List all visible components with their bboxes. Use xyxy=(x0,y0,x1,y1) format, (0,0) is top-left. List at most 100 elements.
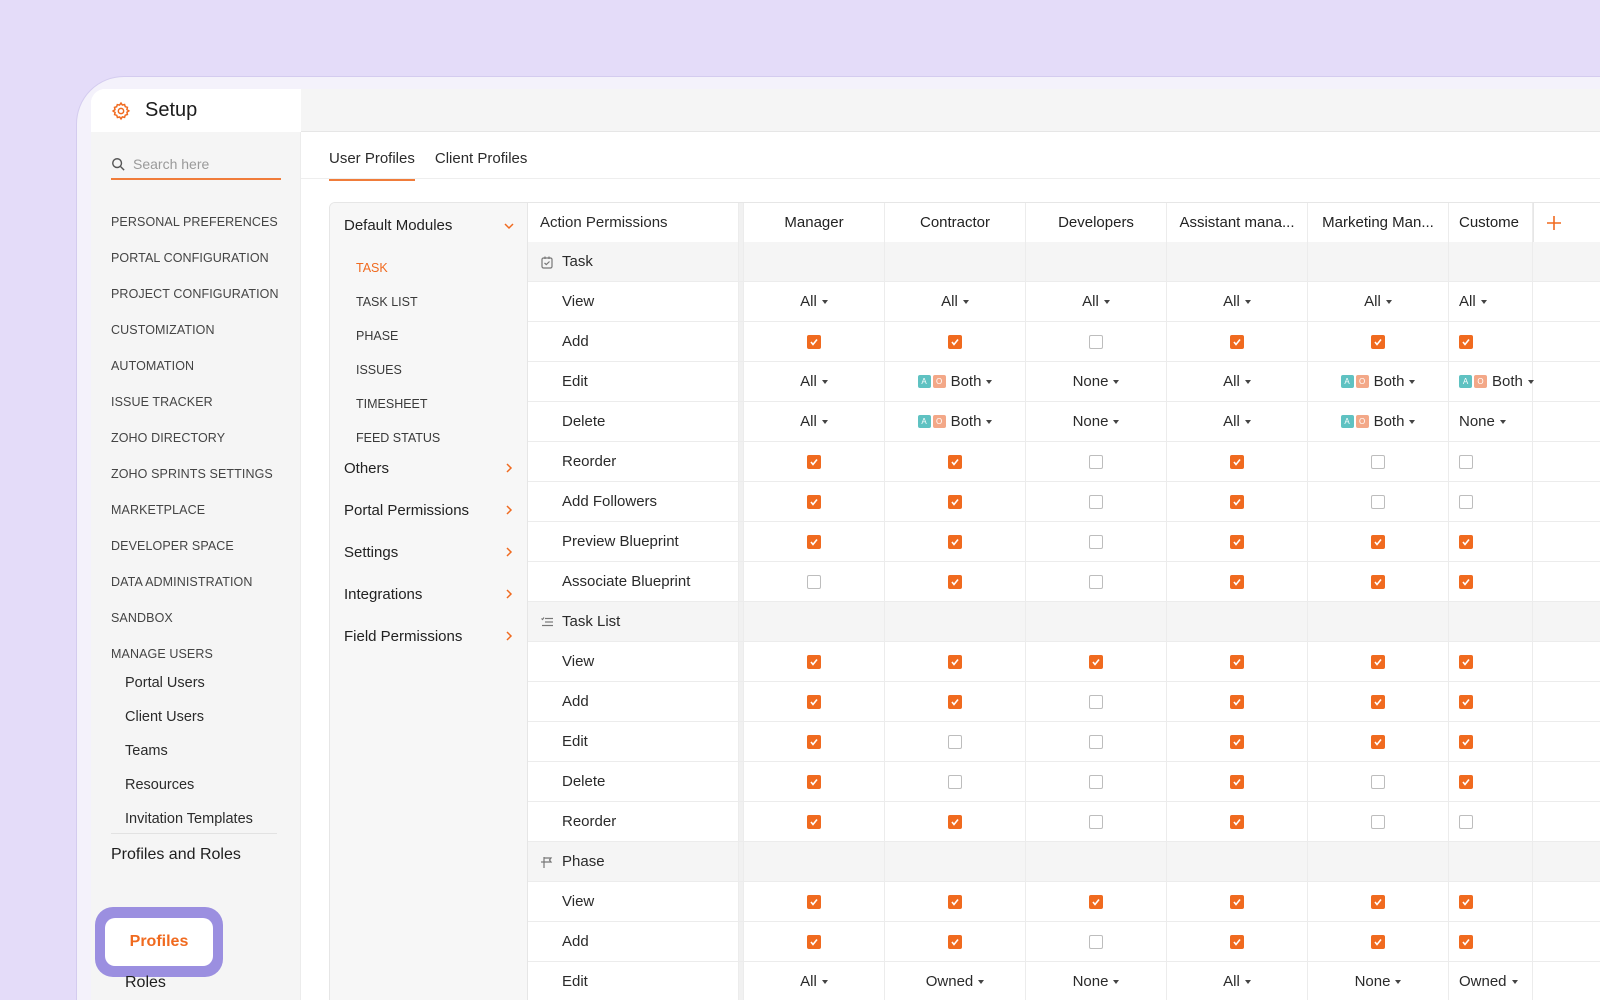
module-group-integrations[interactable]: Integrations xyxy=(344,573,514,615)
permission-checkbox[interactable] xyxy=(1089,654,1103,669)
permission-dropdown[interactable]: A O Both xyxy=(917,413,993,430)
permission-checkbox[interactable] xyxy=(1371,494,1385,509)
permission-checkbox[interactable] xyxy=(1459,654,1473,669)
permission-checkbox[interactable] xyxy=(1371,934,1385,949)
permission-checkbox[interactable] xyxy=(1371,534,1385,549)
tab-client-profiles[interactable]: Client Profiles xyxy=(435,150,528,181)
permission-checkbox[interactable] xyxy=(1459,894,1473,909)
permission-checkbox[interactable] xyxy=(1230,934,1244,949)
permission-checkbox[interactable] xyxy=(1089,454,1103,469)
permission-checkbox[interactable] xyxy=(1459,734,1473,749)
permission-checkbox[interactable] xyxy=(807,574,821,589)
permission-checkbox[interactable] xyxy=(1371,654,1385,669)
column-header-custome[interactable]: Custome xyxy=(1449,203,1533,242)
permission-dropdown[interactable]: All xyxy=(1459,293,1487,310)
permission-dropdown[interactable]: All xyxy=(800,293,828,310)
permission-checkbox[interactable] xyxy=(1459,334,1473,349)
column-header-manager[interactable]: Manager xyxy=(744,203,885,242)
permission-checkbox[interactable] xyxy=(1230,334,1244,349)
permission-dropdown[interactable]: All xyxy=(1223,413,1251,430)
permission-checkbox[interactable] xyxy=(1230,654,1244,669)
permission-dropdown[interactable]: All xyxy=(800,413,828,430)
module-item-phase[interactable]: PHASE xyxy=(356,319,440,353)
permission-checkbox[interactable] xyxy=(1230,574,1244,589)
permission-checkbox[interactable] xyxy=(1089,574,1103,589)
permission-checkbox[interactable] xyxy=(1089,814,1103,829)
permission-checkbox[interactable] xyxy=(807,534,821,549)
permission-checkbox[interactable] xyxy=(807,734,821,749)
permission-dropdown[interactable]: All xyxy=(1223,293,1251,310)
sidebar-item-portal-configuration[interactable]: PORTAL CONFIGURATION xyxy=(111,240,286,276)
sidebar-item-portal-users[interactable]: Portal Users xyxy=(125,666,253,700)
permission-checkbox[interactable] xyxy=(948,494,962,509)
permission-dropdown[interactable]: None xyxy=(1073,413,1120,430)
permission-checkbox[interactable] xyxy=(948,774,962,789)
sidebar-item-zoho-directory[interactable]: ZOHO DIRECTORY xyxy=(111,420,286,456)
permission-checkbox[interactable] xyxy=(1371,734,1385,749)
sidebar-item-invitation-templates[interactable]: Invitation Templates xyxy=(125,802,253,836)
module-group-portal-permissions[interactable]: Portal Permissions xyxy=(344,489,514,531)
permission-dropdown[interactable]: All xyxy=(1223,373,1251,390)
permission-checkbox[interactable] xyxy=(1089,934,1103,949)
permission-checkbox[interactable] xyxy=(807,654,821,669)
sidebar-item-customization[interactable]: CUSTOMIZATION xyxy=(111,312,286,348)
module-group-settings[interactable]: Settings xyxy=(344,531,514,573)
permission-checkbox[interactable] xyxy=(1371,694,1385,709)
permission-checkbox[interactable] xyxy=(1371,574,1385,589)
sidebar-item-personal-preferences[interactable]: PERSONAL PREFERENCES xyxy=(111,204,286,240)
permission-dropdown[interactable]: None xyxy=(1073,373,1120,390)
permission-checkbox[interactable] xyxy=(807,814,821,829)
permission-dropdown[interactable]: None xyxy=(1073,973,1120,990)
permission-checkbox[interactable] xyxy=(807,934,821,949)
permission-checkbox[interactable] xyxy=(1371,454,1385,469)
add-profile-button[interactable] xyxy=(1533,203,1573,242)
permission-checkbox[interactable] xyxy=(807,494,821,509)
permission-dropdown[interactable]: All xyxy=(1364,293,1392,310)
permission-checkbox[interactable] xyxy=(1230,814,1244,829)
sidebar-item-teams[interactable]: Teams xyxy=(125,734,253,768)
permission-checkbox[interactable] xyxy=(1230,454,1244,469)
permission-checkbox[interactable] xyxy=(807,454,821,469)
permission-checkbox[interactable] xyxy=(1089,534,1103,549)
permission-dropdown[interactable]: A O Both xyxy=(1340,413,1416,430)
column-header-contractor[interactable]: Contractor xyxy=(885,203,1026,242)
permission-dropdown[interactable]: None xyxy=(1459,413,1506,430)
permission-checkbox[interactable] xyxy=(948,694,962,709)
sidebar-item-sandbox[interactable]: SANDBOX xyxy=(111,600,286,636)
sidebar-item-roles[interactable]: Roles xyxy=(125,974,166,992)
permission-checkbox[interactable] xyxy=(1459,694,1473,709)
permission-checkbox[interactable] xyxy=(948,654,962,669)
column-header-marketing-man[interactable]: Marketing Man... xyxy=(1308,203,1449,242)
sidebar-item-data-administration[interactable]: DATA ADMINISTRATION xyxy=(111,564,286,600)
permission-checkbox[interactable] xyxy=(807,894,821,909)
permission-checkbox[interactable] xyxy=(1230,494,1244,509)
permission-checkbox[interactable] xyxy=(1089,734,1103,749)
permission-checkbox[interactable] xyxy=(1089,494,1103,509)
permission-dropdown[interactable]: A O Both xyxy=(1340,373,1416,390)
module-item-task-list[interactable]: TASK LIST xyxy=(356,285,440,319)
sidebar-item-automation[interactable]: AUTOMATION xyxy=(111,348,286,384)
column-header-developers[interactable]: Developers xyxy=(1026,203,1167,242)
permission-checkbox[interactable] xyxy=(807,694,821,709)
column-header-assistant-mana[interactable]: Assistant mana... xyxy=(1167,203,1308,242)
module-item-timesheet[interactable]: TIMESHEET xyxy=(356,387,440,421)
permission-dropdown[interactable]: Owned xyxy=(1459,973,1518,990)
permission-checkbox[interactable] xyxy=(1089,774,1103,789)
permission-checkbox[interactable] xyxy=(1089,334,1103,349)
permission-dropdown[interactable]: Owned xyxy=(926,973,985,990)
permission-checkbox[interactable] xyxy=(1230,694,1244,709)
permission-checkbox[interactable] xyxy=(1230,774,1244,789)
permission-dropdown[interactable]: None xyxy=(1355,973,1402,990)
permission-checkbox[interactable] xyxy=(1459,574,1473,589)
permission-dropdown[interactable]: A O Both xyxy=(1459,373,1534,390)
permission-checkbox[interactable] xyxy=(1459,814,1473,829)
permission-checkbox[interactable] xyxy=(948,934,962,949)
permission-checkbox[interactable] xyxy=(948,574,962,589)
permission-dropdown[interactable]: All xyxy=(1223,973,1251,990)
permission-checkbox[interactable] xyxy=(1459,534,1473,549)
sidebar-item-zoho-sprints-settings[interactable]: ZOHO SPRINTS SETTINGS xyxy=(111,456,286,492)
permission-checkbox[interactable] xyxy=(948,534,962,549)
permission-dropdown[interactable]: A O Both xyxy=(917,373,993,390)
permission-checkbox[interactable] xyxy=(807,334,821,349)
permission-checkbox[interactable] xyxy=(1459,494,1473,509)
